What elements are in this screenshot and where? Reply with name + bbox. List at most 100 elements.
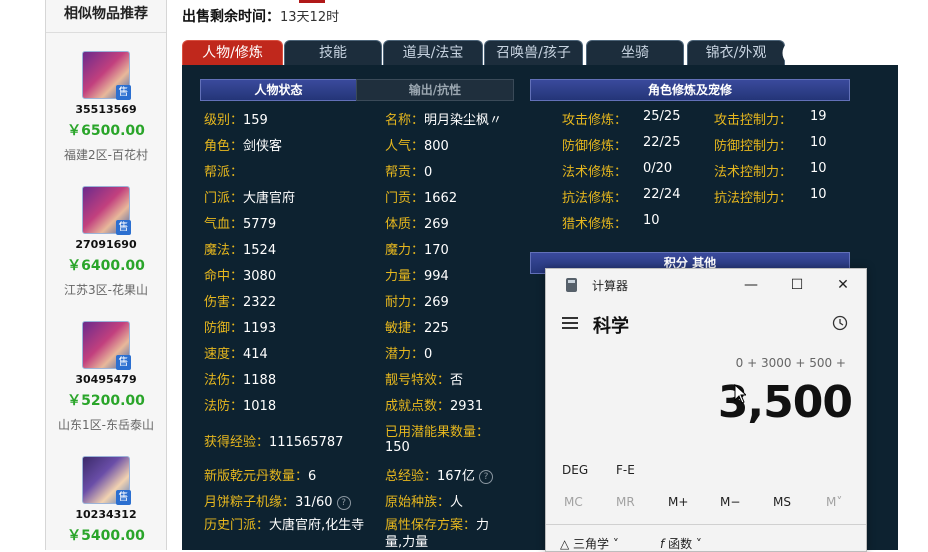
calculator-expression: 0 + 3000 + 500 +: [735, 356, 846, 370]
tab-character[interactable]: 人物/修炼: [182, 40, 283, 66]
cult-row: 攻击修炼：: [562, 113, 628, 128]
stat-row: 帮贡：0: [385, 165, 433, 180]
m-plus-button[interactable]: M+: [668, 495, 688, 509]
character-avatar[interactable]: 售: [82, 186, 131, 235]
stat-row: 防御：1193: [204, 321, 277, 336]
item-price: ￥5400.00: [67, 528, 145, 544]
minimize-button[interactable]: —: [736, 273, 766, 297]
timer-label: 出售剩余时间：: [182, 9, 280, 25]
help-icon[interactable]: ?: [478, 469, 493, 484]
sale-timer: 出售剩余时间：13天12时: [182, 6, 339, 26]
mouse-cursor-icon: [734, 384, 746, 404]
control-value: 10: [810, 161, 827, 176]
history-icon[interactable]: [832, 315, 848, 331]
ms-button[interactable]: MS: [773, 495, 791, 509]
qianyuan-row: 新版乾元丹数量：6: [204, 469, 317, 484]
fe-button[interactable]: F-E: [616, 463, 635, 477]
close-button[interactable]: ✕: [828, 273, 858, 297]
stat-row: 气血：5779: [204, 217, 277, 232]
cult-row: 防御修炼：: [562, 139, 628, 154]
stat-row: 角色：剑侠客: [204, 139, 283, 154]
potion-value: 150: [385, 440, 410, 455]
stat-row: 潜力：0: [385, 347, 433, 362]
tab-mounts[interactable]: 坐骑: [586, 40, 684, 66]
control-row: 抗法控制力：: [714, 191, 793, 206]
tab-outfits[interactable]: 锦衣/外观: [687, 40, 785, 66]
timer-value: 13天12时: [280, 10, 340, 25]
mc-button[interactable]: MC: [564, 495, 583, 509]
control-value: 10: [810, 187, 827, 202]
history-row: 历史门派：大唐官府,化生寺: [204, 518, 365, 533]
tab-skills[interactable]: 技能: [284, 40, 382, 66]
control-value: 19: [810, 109, 827, 124]
character-avatar[interactable]: 售: [82, 456, 131, 505]
calculator-app-icon: [566, 278, 577, 292]
similar-item[interactable]: 售 27091690 ￥6400.00 江苏3区-花果山: [46, 186, 166, 298]
memory-list-button[interactable]: M˅: [826, 495, 842, 509]
cult-value: 22/25: [643, 135, 681, 150]
stat-row: 靓号特效：否: [385, 373, 464, 388]
deg-button[interactable]: DEG: [562, 463, 588, 477]
stat-row: 门派：大唐官府: [204, 191, 296, 206]
stat-row: 成就点数：2931: [385, 399, 484, 414]
trigonometry-dropdown[interactable]: △ 三角学 ˅: [560, 535, 619, 552]
stat-row: 耐力：269: [385, 295, 449, 310]
mooncake-row: 月饼粽子机缘：31/60 ?: [204, 491, 351, 510]
cult-value: 0/20: [643, 161, 673, 176]
calculator-window[interactable]: 计算器 — ☐ ✕ 科学 0 + 3000 + 500 + 3,500 DEG …: [545, 268, 867, 552]
stat-row: 力量：994: [385, 269, 449, 284]
sale-badge: 售: [116, 85, 131, 100]
tab-items[interactable]: 道具/法宝: [383, 40, 483, 66]
cc-live-watermark: CC直播: [780, 34, 898, 68]
stat-row: 法防：1018: [204, 399, 277, 414]
mr-button[interactable]: MR: [616, 495, 635, 509]
control-row: 防御控制力：: [714, 139, 793, 154]
stat-row: 名称：明月染尘枫〃: [385, 113, 503, 128]
item-server: 江苏3区-花果山: [64, 283, 148, 297]
item-price: ￥6400.00: [67, 258, 145, 274]
cc-logo-icon: [782, 40, 808, 65]
stat-row: 体质：269: [385, 217, 449, 232]
m-minus-button[interactable]: M−: [720, 495, 740, 509]
similar-item[interactable]: 售 35513569 ￥6500.00 福建2区-百花村: [46, 51, 166, 163]
tab-pets[interactable]: 召唤兽/孩子: [484, 40, 583, 66]
race-row: 原始种族：人: [385, 495, 464, 510]
total-exp-row: 总经验：167亿 ?: [385, 465, 493, 484]
section-status-header[interactable]: 人物状态: [200, 79, 357, 101]
calculator-mode: 科学: [593, 316, 629, 337]
item-id: 10234312: [75, 508, 137, 521]
stat-row: 伤害：2322: [204, 295, 277, 310]
menu-icon[interactable]: [562, 317, 578, 329]
help-icon[interactable]: ?: [336, 495, 351, 510]
item-id: 30495479: [75, 373, 137, 386]
sale-badge: 售: [116, 490, 131, 505]
cult-row: 法术修炼：: [562, 165, 628, 180]
section-output-header[interactable]: 输出/抗性: [356, 79, 514, 101]
watermark-text: CC直播: [810, 39, 880, 63]
stat-row: 门贡：1662: [385, 191, 458, 206]
cult-value: 25/25: [643, 109, 681, 124]
exp-row: 获得经验：111565787: [204, 435, 344, 450]
maximize-button[interactable]: ☐: [782, 273, 812, 297]
control-row: 法术控制力：: [714, 165, 793, 180]
character-avatar[interactable]: 售: [82, 51, 131, 100]
stat-row: 级别：159: [204, 113, 268, 128]
sidebar-title: 相似物品推荐: [46, 0, 166, 33]
item-id: 27091690: [75, 238, 137, 251]
similar-item[interactable]: 售 10234312 ￥5400.00: [46, 456, 166, 545]
function-dropdown[interactable]: f 函数 ˅: [660, 535, 702, 552]
sale-badge: 售: [116, 355, 131, 370]
control-row: 攻击控制力：: [714, 113, 793, 128]
control-value: 10: [810, 135, 827, 150]
character-avatar[interactable]: 售: [82, 321, 131, 370]
sale-badge: 售: [116, 220, 131, 235]
stat-row: 命中：3080: [204, 269, 277, 284]
cult-value: 10: [643, 213, 660, 228]
function-label: 函数: [668, 537, 693, 551]
item-price: ￥6500.00: [67, 123, 145, 139]
page-margin: [0, 0, 46, 550]
stat-row: 魔力：170: [385, 243, 449, 258]
similar-item[interactable]: 售 30495479 ￥5200.00 山东1区-东岳泰山: [46, 321, 166, 433]
divider: [546, 524, 866, 525]
potion-row: 已用潜能果数量：: [385, 425, 490, 440]
